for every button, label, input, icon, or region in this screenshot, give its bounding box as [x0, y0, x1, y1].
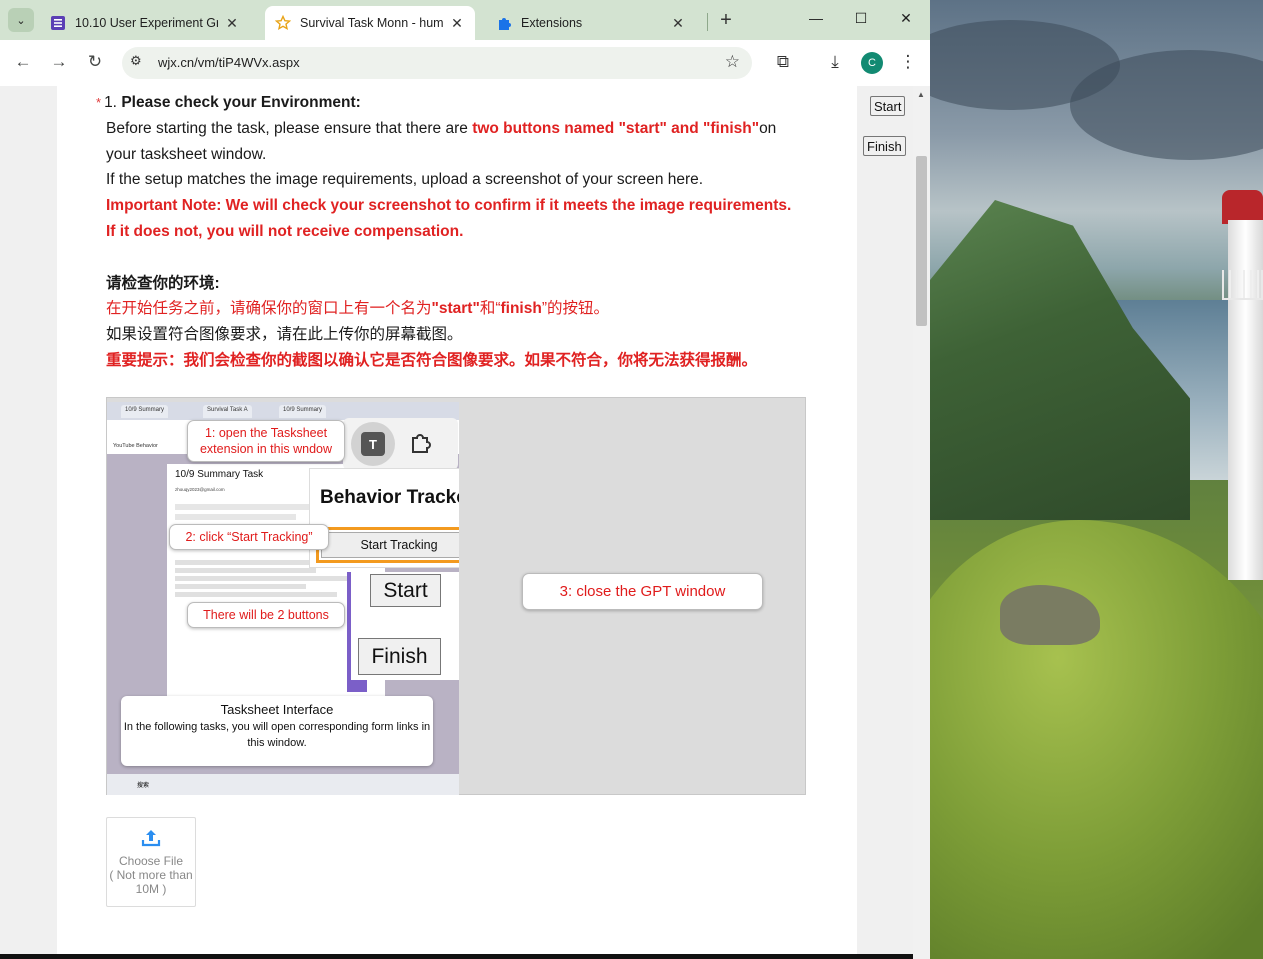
cn-instruction: 在开始任务之前，请确保你的窗口上有一个名为: [106, 300, 432, 318]
close-window-button[interactable]: ✕: [896, 10, 916, 27]
site-settings-icon[interactable]: ⚙: [130, 53, 142, 69]
callout-open-extension: 1: open the Tasksheet extension in this …: [187, 420, 345, 462]
mini-finish-button: Finish: [358, 638, 441, 675]
upload-label: Choose File: [118, 854, 184, 868]
browser-window: ⌄ 10.10 User Experiment Group ✕ Survival…: [0, 0, 930, 959]
cn-instruction-2: 如果设置符合图像要求，请在此上传你的屏幕截图。: [106, 326, 463, 344]
cn-finish-word: finish: [500, 300, 542, 318]
extension-bar: T: [343, 418, 458, 470]
url-text[interactable]: wjx.cn/vm/tiP4WVx.aspx: [158, 55, 300, 70]
callout-start-tracking: 2: click “Start Tracking”: [169, 524, 329, 550]
tab-title: Extensions: [521, 16, 583, 30]
tab-title: Survival Task Monn - human: [300, 16, 443, 30]
important-note: Important Note: We will check your scree…: [106, 197, 792, 240]
callout-close-gpt: 3: close the GPT window: [522, 573, 763, 610]
mini-taskbar: 搜索: [107, 774, 459, 795]
scroll-up-icon[interactable]: ▲: [917, 90, 925, 99]
interface-title: Tasksheet Interface: [220, 702, 334, 717]
file-upload[interactable]: Choose File ( Not more than 10M ): [106, 817, 196, 907]
tab-divider: [707, 13, 708, 31]
tab-strip: ⌄ 10.10 User Experiment Group ✕ Survival…: [0, 0, 930, 40]
question-number: 1.: [104, 94, 117, 111]
back-icon[interactable]: ←: [12, 52, 34, 72]
tab-title: 10.10 User Experiment Group: [75, 16, 218, 30]
behavior-tracker-title: Behavior Tracker: [320, 487, 459, 508]
tasksheet-extension-icon: T: [361, 432, 385, 456]
minimize-button[interactable]: —: [806, 10, 826, 26]
tab-user-experiment[interactable]: 10.10 User Experiment Group ✕: [40, 6, 250, 40]
mini-tab: 10/9 Summary: [279, 405, 327, 418]
forward-icon[interactable]: →: [48, 52, 70, 72]
taskbar-edge: [0, 954, 913, 959]
forms-icon: [50, 15, 66, 31]
extensions-icon[interactable]: ⧉: [771, 52, 795, 72]
question-title: Please check your Environment:: [121, 94, 361, 111]
close-icon[interactable]: ✕: [224, 15, 240, 32]
more-menu-icon[interactable]: ⋮: [896, 52, 920, 72]
question-block: * 1. Please check your Environment: Befor…: [96, 90, 796, 374]
close-icon[interactable]: ✕: [670, 15, 686, 32]
mini-tab: Survival Task A: [203, 405, 252, 418]
tab-survival-task[interactable]: Survival Task Monn - human ✕: [265, 6, 475, 40]
tab-extensions[interactable]: Extensions ✕: [486, 6, 696, 40]
cn-instruction: 和“: [479, 300, 501, 318]
tab-search-button[interactable]: ⌄: [8, 8, 34, 32]
start-tracking-button: Start Tracking: [321, 532, 459, 558]
desktop-wallpaper: [930, 0, 1263, 959]
upload-icon: [141, 828, 161, 850]
cn-instruction: ”的按钮。: [541, 300, 609, 318]
cn-title: 请检查你的环境:: [106, 274, 220, 292]
page-viewport: * 1. Please check your Environment: Befor…: [0, 86, 930, 959]
example-screenshot: 10/9 Summary Survival Task A 10/9 Summar…: [106, 397, 806, 795]
download-icon[interactable]: ⤓: [823, 52, 847, 72]
reload-icon[interactable]: ↻: [84, 52, 106, 72]
page-scrollbar[interactable]: ▲: [913, 86, 930, 959]
puzzle-icon: [409, 431, 431, 459]
callout-two-buttons: There will be 2 buttons: [187, 602, 345, 628]
mini-search-label: 搜索: [137, 783, 150, 789]
new-tab-button[interactable]: +: [716, 9, 736, 32]
start-tracking-highlight: Start Tracking: [316, 527, 459, 563]
behavior-tracker-panel: Behavior Tracker Start Tracking: [309, 468, 459, 568]
interface-description: In the following tasks, you will open co…: [123, 721, 431, 749]
mini-tab: 10/9 Summary: [121, 405, 169, 418]
instruction-text: Before starting the task, please ensure …: [106, 119, 473, 137]
address-bar[interactable]: ⚙ wjx.cn/vm/tiP4WVx.aspx ☆: [122, 47, 752, 79]
mini-start-button: Start: [370, 574, 441, 607]
tasksheet-interface-note: Tasksheet Interface In the following tas…: [121, 696, 433, 766]
profile-avatar[interactable]: C: [861, 52, 883, 74]
bookmark-star-icon[interactable]: ☆: [725, 52, 740, 72]
instruction-highlight: two buttons named "start" and "finish": [472, 119, 760, 137]
chevron-down-icon: ⌄: [16, 14, 26, 27]
instruction-text: If the setup matches the image requireme…: [106, 171, 704, 189]
puzzle-icon: [496, 15, 512, 31]
mini-desktop-screenshot: 10/9 Summary Survival Task A 10/9 Summar…: [107, 402, 459, 795]
finish-button[interactable]: Finish: [863, 136, 906, 156]
cn-important-note: 重要提示：我们会检查你的截图以确认它是否符合图像要求。如果不符合，你将无法获得报…: [106, 351, 758, 369]
upload-limit: ( Not more than 10M ): [109, 868, 193, 896]
close-icon[interactable]: ✕: [449, 15, 465, 32]
cn-start-word: "start": [431, 300, 480, 318]
start-button[interactable]: Start: [870, 96, 906, 116]
star-icon: [275, 15, 291, 31]
lighthouse: [1222, 190, 1263, 610]
scroll-thumb[interactable]: [916, 156, 927, 326]
maximize-button[interactable]: ☐: [851, 10, 871, 27]
required-mark: *: [96, 95, 102, 110]
